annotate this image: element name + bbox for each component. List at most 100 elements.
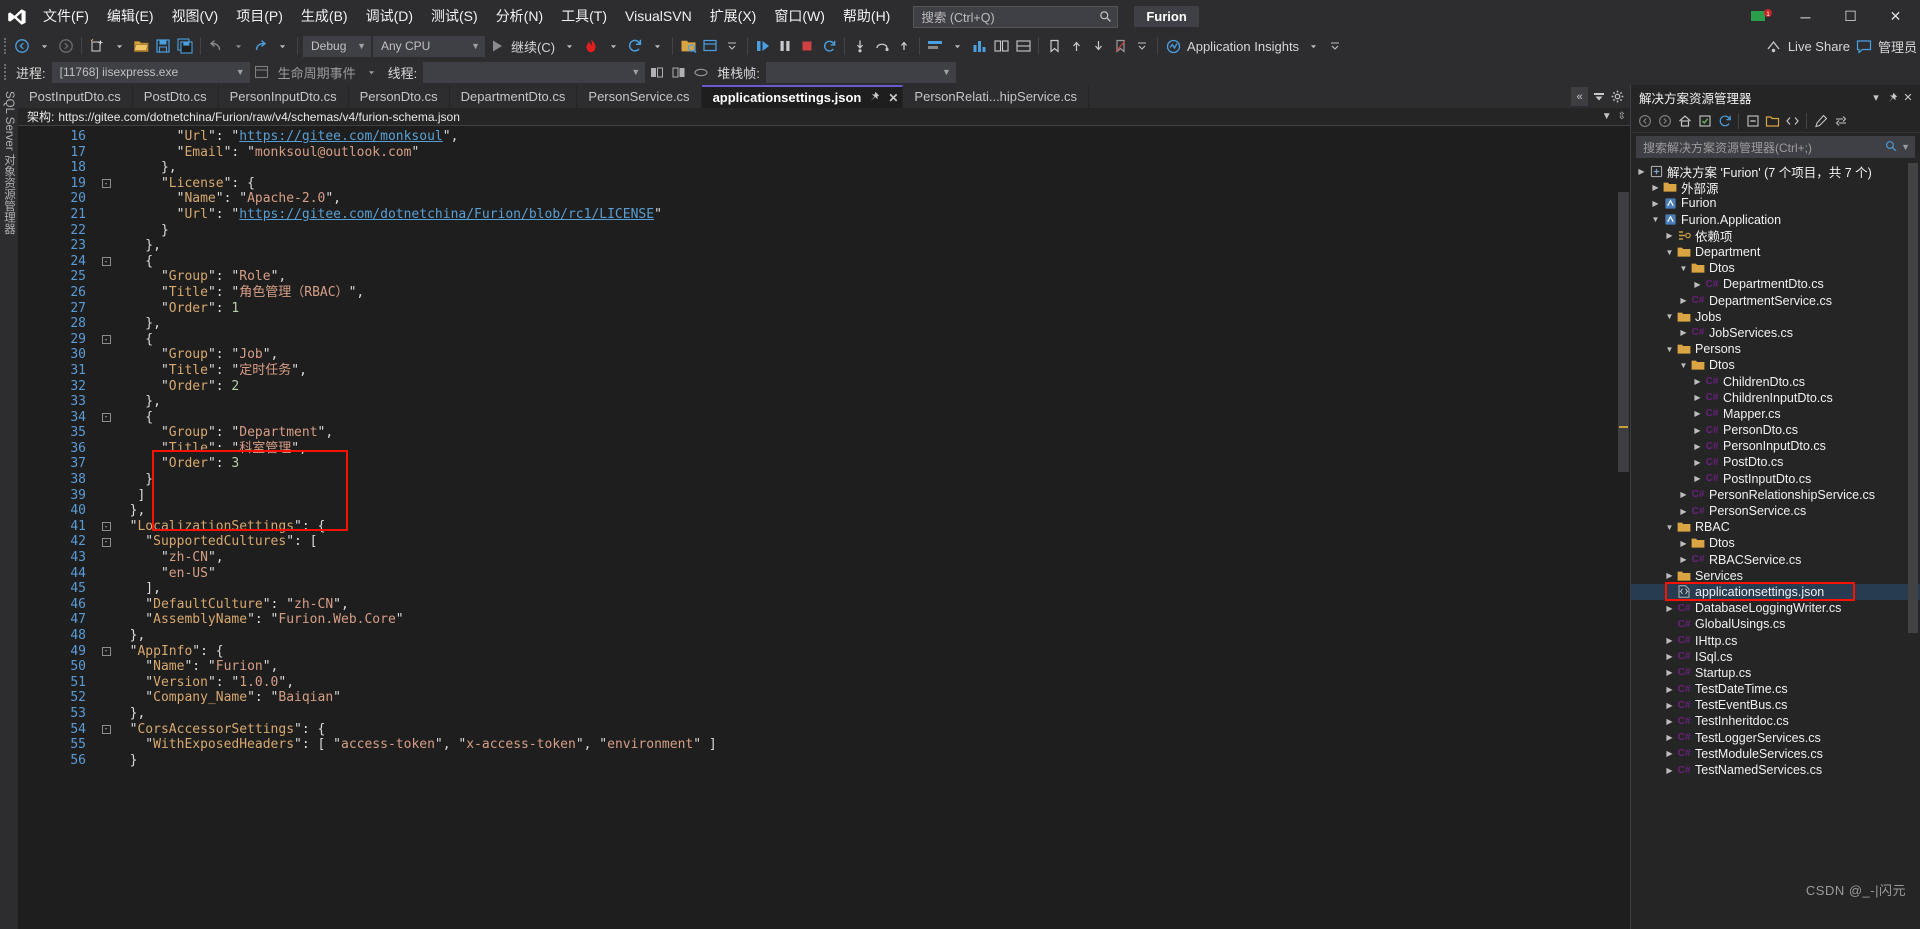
fold-toggle-icon[interactable]: - [98, 412, 114, 422]
scroll-tabs-left-icon[interactable]: « [1571, 87, 1588, 106]
tab-personinputdto[interactable]: PersonInputDto.cs [218, 85, 349, 108]
app-insights-icon[interactable] [1162, 35, 1184, 57]
chevron-down-icon[interactable]: ▼ [1677, 361, 1690, 370]
stack-frame-prev-icon[interactable] [646, 61, 668, 83]
navigate-backward-dropdown-icon[interactable] [33, 35, 55, 57]
solution-scrollbar-thumb[interactable] [1908, 163, 1918, 633]
live-share-label[interactable]: Live Share [1785, 39, 1853, 54]
bookmark-icon[interactable] [1043, 35, 1065, 57]
back-arrow-icon[interactable] [1635, 111, 1654, 131]
code-editor-surface[interactable]: 16 "Url": "https://gitee.com/monksoul", 1… [18, 126, 1630, 929]
chevron-down-icon[interactable]: ▼ [1663, 312, 1676, 321]
toolbar-grip[interactable] [4, 37, 11, 55]
tree-item[interactable]: ▶ C# PostInputDto.cs [1631, 471, 1920, 487]
stop-debug-icon[interactable] [796, 35, 818, 57]
chevron-right-icon[interactable]: ▶ [1677, 328, 1690, 337]
menu-file[interactable]: 文件(F) [34, 0, 98, 33]
minimize-button[interactable]: ─ [1783, 0, 1828, 33]
chevron-right-icon[interactable]: ▶ [1663, 636, 1676, 645]
tree-item[interactable]: ▶ C# PostDto.cs [1631, 454, 1920, 470]
tree-item[interactable]: ▶ C# RBACService.cs [1631, 552, 1920, 568]
tree-item[interactable]: ▶ C# TestLoggerServices.cs [1631, 730, 1920, 746]
feedback-icon[interactable] [1853, 35, 1875, 57]
tree-item[interactable]: ▶ C# ChildrenDto.cs [1631, 373, 1920, 389]
continue-button-label[interactable]: 继续(C) [508, 37, 558, 56]
home-icon[interactable] [1675, 111, 1694, 131]
chevron-right-icon[interactable]: ▶ [1663, 652, 1676, 661]
tab-departmentdto[interactable]: DepartmentDto.cs [449, 85, 578, 108]
toolbar2-grip[interactable] [4, 63, 11, 81]
tree-item[interactable]: ▼ Department [1631, 244, 1920, 260]
chevron-right-icon[interactable]: ▶ [1663, 571, 1676, 580]
process-dropdown[interactable]: [11768] iisexpress.exe ▼ [51, 61, 250, 83]
menu-visualsvn[interactable]: VisualSVN [616, 0, 701, 33]
pin-icon[interactable] [869, 91, 880, 105]
menu-project[interactable]: 项目(P) [227, 0, 292, 33]
tree-item[interactable]: ▶ C# TestEventBus.cs [1631, 697, 1920, 713]
tree-item[interactable]: ▼ Jobs [1631, 309, 1920, 325]
toolbar-overflow-icon-3[interactable] [1324, 35, 1346, 57]
continue-run-icon[interactable] [486, 35, 508, 57]
save-icon[interactable] [152, 35, 174, 57]
solution-vertical-scrollbar[interactable] [1906, 161, 1920, 929]
lifecycle-events-label[interactable]: 生命周期事件 [273, 63, 361, 82]
chevron-right-icon[interactable]: ▶ [1691, 474, 1704, 483]
step-controls-icon[interactable] [752, 35, 774, 57]
new-project-dropdown-icon[interactable] [108, 35, 130, 57]
chevron-right-icon[interactable]: ▶ [1691, 280, 1704, 289]
collapse-all-icon[interactable] [1743, 111, 1762, 131]
hot-reload-icon[interactable] [580, 35, 602, 57]
fold-toggle-icon[interactable]: - [98, 646, 114, 656]
scrollbar-thumb[interactable] [1618, 192, 1629, 472]
restart-dropdown-icon[interactable] [646, 35, 668, 57]
step-over-icon[interactable] [871, 35, 893, 57]
fold-toggle-icon[interactable]: - [98, 724, 114, 734]
gear-icon[interactable] [1609, 87, 1626, 106]
tree-item[interactable]: ▶ C# PersonDto.cs [1631, 422, 1920, 438]
continue-dropdown-icon[interactable] [558, 35, 580, 57]
tree-item[interactable]: ▶ C# TestDateTime.cs [1631, 681, 1920, 697]
chevron-right-icon[interactable]: ▶ [1691, 409, 1704, 418]
chevron-down-icon[interactable]: ▼ [1663, 248, 1676, 257]
tree-item[interactable]: ▶ Dtos [1631, 535, 1920, 551]
refresh-icon[interactable] [1715, 111, 1734, 131]
split-editor-icon[interactable]: ⇳ [1618, 111, 1626, 122]
fold-toggle-icon[interactable]: - [98, 335, 114, 345]
breakpoint-margin[interactable] [18, 126, 38, 929]
tree-item[interactable]: ▶ C# PersonRelationshipService.cs [1631, 487, 1920, 503]
tree-item[interactable]: ▶ 外部源 [1631, 179, 1920, 196]
tree-item[interactable]: ▶ 依赖项 [1631, 228, 1920, 244]
pending-changes-icon[interactable] [1695, 111, 1714, 131]
solution-configuration-dropdown[interactable]: Debug ▼ [303, 35, 371, 57]
chevron-right-icon[interactable]: ▶ [1691, 377, 1704, 386]
chevron-down-icon[interactable]: ▼ [1901, 142, 1910, 152]
tree-item[interactable]: ▼ Furion.Application [1631, 212, 1920, 228]
chevron-right-icon[interactable]: ▶ [1663, 749, 1676, 758]
close-button[interactable]: ✕ [1873, 0, 1918, 33]
chevron-right-icon[interactable]: ▶ [1677, 296, 1690, 305]
menu-build[interactable]: 生成(B) [292, 0, 357, 33]
tab-postdto[interactable]: PostDto.cs [132, 85, 219, 108]
columns-icon[interactable] [990, 35, 1012, 57]
chevron-right-icon[interactable]: ▶ [1691, 458, 1704, 467]
chevron-down-icon[interactable]: ▼ [1602, 111, 1612, 122]
tree-item[interactable]: ▶ C# JobServices.cs [1631, 325, 1920, 341]
schema-url[interactable]: https://gitee.com/dotnetchina/Furion/raw… [58, 110, 460, 124]
step-into-icon[interactable] [849, 35, 871, 57]
stack-frame-dropdown[interactable]: ▼ [765, 61, 956, 83]
properties-icon[interactable] [1811, 111, 1830, 131]
tree-item-selected[interactable]: applicationsettings.json [1631, 583, 1920, 601]
tree-item[interactable]: ▶ C# PersonInputDto.cs [1631, 438, 1920, 454]
menu-analyze[interactable]: 分析(N) [487, 0, 552, 33]
editor-vertical-scrollbar[interactable] [1615, 126, 1630, 929]
toolbar-overflow-icon-2[interactable] [1131, 35, 1153, 57]
line-highlight-icon[interactable] [924, 35, 946, 57]
pin-icon[interactable] [1884, 87, 1900, 107]
chevron-right-icon[interactable]: ▶ [1663, 701, 1676, 710]
tree-item[interactable]: ▼ Persons [1631, 341, 1920, 357]
tree-item[interactable]: ▶ C# DepartmentDto.cs [1631, 276, 1920, 292]
tree-item[interactable]: ▼ Dtos [1631, 260, 1920, 276]
line-highlight-dropdown-icon[interactable] [946, 35, 968, 57]
lifecycle-events-icon[interactable] [251, 61, 273, 83]
bookmark-next-icon[interactable] [1087, 35, 1109, 57]
